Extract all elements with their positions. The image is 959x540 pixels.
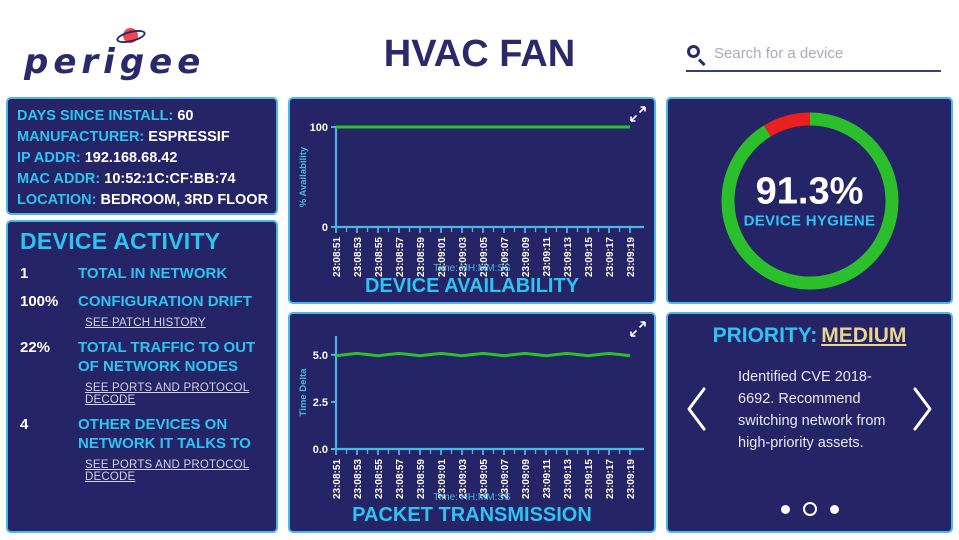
activity-item: 100% CONFIGURATION DRIFT <box>8 283 276 311</box>
priority-panel: PRIORITY: MEDIUM Identified CVE 2018-6692… <box>666 312 953 533</box>
activity-label: TOTAL IN NETWORK <box>78 265 228 282</box>
info-value: 192.168.68.42 <box>84 150 178 166</box>
activity-item: 1 TOTAL IN NETWORK <box>8 255 276 283</box>
device-activity-title: DEVICE ACTIVITY <box>20 228 221 254</box>
svg-text:100: 100 <box>310 122 328 134</box>
priority-message: Identified CVE 2018-6692. Recommend swit… <box>738 369 886 451</box>
expand-icon[interactable] <box>630 321 646 337</box>
search-input[interactable] <box>714 44 941 66</box>
app-header: perigee HVAC FAN <box>0 0 959 92</box>
svg-text:0.0: 0.0 <box>313 444 328 456</box>
svg-text:0: 0 <box>322 222 328 234</box>
availability-chart-title: DEVICE AVAILABILITY <box>364 275 580 297</box>
info-key: MANUFACTURER: <box>17 129 145 145</box>
activity-number: 22% <box>20 339 51 356</box>
chevron-left-icon[interactable] <box>684 386 710 432</box>
priority-level[interactable]: MEDIUM <box>821 324 906 347</box>
info-key: IP ADDR: <box>17 150 81 166</box>
info-row: LOCATION: BEDROOM, 3RD FLOOR <box>17 190 276 211</box>
packet-transmission-panel: 0.0 2.5 5.0 Time Delta 23:08:51 23:08:53 23:08… <box>288 312 656 533</box>
activity-label: OTHER DEVICES ON NETWORK IT TALKS TO <box>78 416 251 452</box>
search-box[interactable] <box>686 40 941 72</box>
info-value: 10:52:1C:CF:BB:74 <box>104 171 236 187</box>
activity-number: 1 <box>20 265 29 282</box>
device-availability-panel: 0 100% Availability 23:08:51 23:08:53 23:08:… <box>288 97 656 304</box>
info-key: DAYS SINCE INSTALL: <box>17 108 174 124</box>
priority-prefix: PRIORITY: <box>712 324 818 347</box>
see-ports-and-protocol-decode-link[interactable]: SEE PORTS AND PROTOCOL DECODE <box>85 459 276 483</box>
dashboard-grid: DAYS SINCE INSTALL: 60 MANUFACTURER: ESP… <box>0 92 959 540</box>
device-activity-panel: DEVICE ACTIVITY 1 TOTAL IN NETWORK 100% … <box>6 220 278 533</box>
info-value: 60 <box>177 108 194 124</box>
device-info-panel: DAYS SINCE INSTALL: 60 MANUFACTURER: ESP… <box>6 97 278 215</box>
chevron-right-icon[interactable] <box>909 386 935 432</box>
availability-x-axis-label: Time: HH:MM:SS <box>433 263 511 274</box>
info-key: MAC ADDR: <box>17 171 101 187</box>
activity-number: 100% <box>20 293 59 310</box>
hygiene-label: DEVICE HYGIENE <box>743 211 876 229</box>
priority-header: PRIORITY: MEDIUM <box>668 314 951 348</box>
hygiene-center-text: 91.3% DEVICE HYGIENE <box>668 170 951 229</box>
see-patch-history-link[interactable]: SEE PATCH HISTORY <box>85 317 276 329</box>
carousel-dot[interactable] <box>780 504 790 514</box>
hygiene-percent: 91.3% <box>755 169 864 212</box>
activity-label: TOTAL TRAFFIC TO OUT OF NETWORK NODES <box>78 339 256 375</box>
info-row: MANUFACTURER: ESPRESSIF <box>17 127 276 148</box>
see-ports-and-protocol-decode-link[interactable]: SEE PORTS AND PROTOCOL DECODE <box>85 382 276 406</box>
carousel-dot[interactable] <box>802 502 817 516</box>
activity-number: 4 <box>20 416 29 433</box>
svg-text:2.5: 2.5 <box>313 397 328 409</box>
carousel-dot[interactable] <box>829 504 839 514</box>
info-row: IP ADDR: 192.168.68.42 <box>17 148 276 169</box>
svg-text:Time Delta: Time Delta <box>298 368 309 417</box>
activity-item: 4 OTHER DEVICES ON NETWORK IT TALKS TO <box>8 406 276 453</box>
device-hygiene-panel: 91.3% DEVICE HYGIENE <box>666 97 953 304</box>
svg-text:% Availability: % Availability <box>298 146 309 207</box>
device-info-list: DAYS SINCE INSTALL: 60 MANUFACTURER: ESP… <box>8 99 276 211</box>
svg-text:5.0: 5.0 <box>313 350 328 362</box>
info-value: ESPRESSIF <box>148 129 230 145</box>
packet-x-axis-label: Time: HH:MM:SS <box>433 492 511 503</box>
info-value: BEDROOM, 3RD FLOOR <box>100 192 269 208</box>
info-row: DAYS SINCE INSTALL: 60 <box>17 106 276 127</box>
carousel-dots <box>668 502 951 516</box>
activity-item: 22% TOTAL TRAFFIC TO OUT OF NETWORK NODE… <box>8 329 276 376</box>
info-key: LOCATION: <box>17 192 97 208</box>
info-row: MAC ADDR: 10:52:1C:CF:BB:74 <box>17 169 276 190</box>
activity-label: CONFIGURATION DRIFT <box>78 293 252 310</box>
expand-icon[interactable] <box>630 106 646 122</box>
search-icon <box>686 44 708 67</box>
packet-chart-title: PACKET TRANSMISSION <box>352 504 592 526</box>
